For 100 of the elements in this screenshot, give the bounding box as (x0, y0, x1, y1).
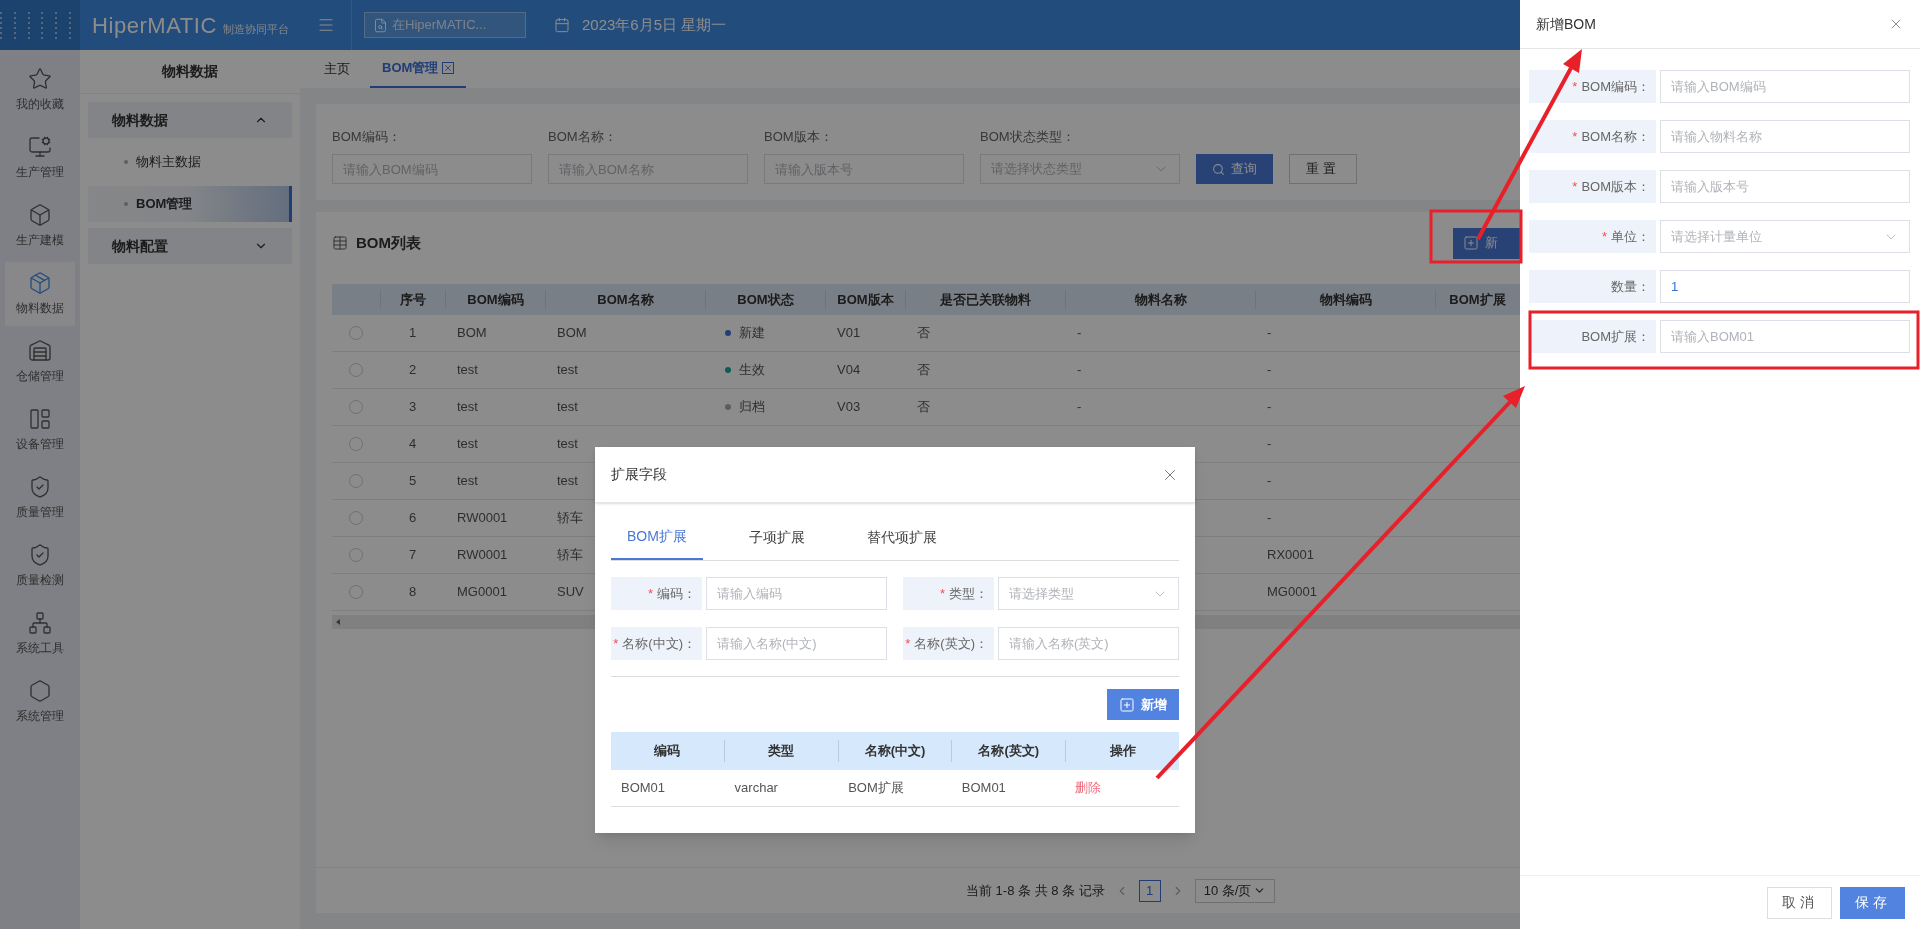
column-header: 编码 (653, 742, 682, 761)
table-icon (332, 235, 348, 251)
table-cell-text: BOM01 (961, 779, 1006, 798)
shield-check-icon (28, 475, 52, 499)
sidebar-group[interactable]: 物料配置 (88, 228, 292, 264)
dialog-tab[interactable]: BOM扩展 (611, 515, 703, 560)
table-cell-text: 7 (408, 546, 417, 565)
table-cell-text: 轿车 (557, 509, 583, 528)
sidebar-item[interactable]: BOM管理 (88, 186, 292, 222)
page-tab[interactable]: 主页 (312, 50, 362, 88)
table-cell-text: test (557, 361, 578, 380)
input-field[interactable]: 请输入名称(英文) (998, 627, 1179, 660)
rail-item[interactable]: 物料数据 (5, 262, 75, 326)
menu-icon[interactable] (316, 16, 335, 34)
table-cell-text: test (557, 398, 578, 417)
dialog-tab[interactable]: 子项扩展 (732, 515, 821, 560)
table-cell-text: 1 (408, 324, 417, 343)
hexagon-icon (28, 679, 52, 703)
table-cell-text: - (1267, 361, 1272, 380)
save-button[interactable]: 保存 (1840, 886, 1905, 919)
column-header: BOM状态 (705, 290, 825, 309)
input-field[interactable]: 1 (1660, 270, 1910, 303)
field-label: * 编码： (611, 577, 702, 610)
field-label: * 名称(英文)： (903, 627, 994, 660)
rail-item[interactable]: 质量管理 (5, 466, 75, 530)
table-cell-text: 轿车 (557, 546, 583, 565)
page-tab[interactable]: BOM管理 (370, 50, 467, 88)
input-field[interactable]: 请输入名称(中文) (706, 627, 887, 660)
dialog-tab[interactable]: 替代项扩展 (850, 515, 953, 560)
rail-item[interactable]: 质量检测 (5, 534, 75, 598)
table-cell-text: - (1267, 509, 1272, 528)
rail-item[interactable]: 生产管理 (5, 126, 75, 190)
reset-button[interactable]: 重置 (1289, 154, 1357, 184)
rail-item[interactable]: 设备管理 (5, 398, 75, 462)
input-field[interactable]: 请输入物料名称 (1660, 120, 1910, 153)
drawer-title: 新增BOM (1536, 14, 1596, 34)
page-number[interactable]: 1 (1138, 879, 1161, 902)
select-field[interactable]: 请选择计量单位 (1660, 220, 1910, 253)
filter-label: BOM名称： (548, 127, 618, 146)
pagination-summary: 当前 1-8 条 共 8 条 记录 (966, 881, 1105, 900)
rail-item[interactable]: 系统工具 (5, 602, 75, 666)
sidebar-group[interactable]: 物料数据 (88, 102, 292, 138)
brand-subtitle: 制造协同平台 (222, 21, 289, 37)
search-icon (1212, 162, 1225, 176)
table-cell-text: - (1267, 472, 1272, 491)
column-header: 物料编码 (1255, 290, 1435, 309)
add-button[interactable]: 新 (1453, 227, 1520, 259)
column-header: BOM编码 (445, 290, 545, 309)
table-cell-text: BOM (557, 324, 587, 343)
field-label: 数量： (1529, 270, 1656, 303)
select-field[interactable]: 请选择类型 (998, 577, 1179, 610)
table-cell-text: RW0001 (457, 546, 508, 565)
column-header: BOM扩展 (1435, 290, 1519, 309)
table-cell-text: 否 (917, 361, 930, 380)
table-cell-text: test (557, 472, 578, 491)
cube-icon (28, 203, 52, 227)
table-cell-text: - (1077, 398, 1082, 417)
column-header: 序号 (380, 290, 445, 309)
sidebar-item[interactable]: 物料主数据 (88, 144, 292, 180)
table-cell-text: V01 (837, 324, 861, 343)
field-label: * BOM编码： (1529, 70, 1656, 103)
input-field[interactable]: 请输入BOM编码 (1660, 70, 1910, 103)
table-cell-text: 6 (408, 509, 417, 528)
table-cell-text: test (457, 472, 478, 491)
table-cell-text: 8 (408, 583, 417, 602)
table-cell-text: V03 (837, 398, 861, 417)
cancel-button[interactable]: 取消 (1767, 886, 1832, 919)
search-button[interactable]: 查询 (1196, 154, 1273, 184)
rail-item[interactable]: 系统管理 (5, 670, 75, 734)
rail-item[interactable]: 生产建模 (5, 194, 75, 258)
column-header: 操作 (1065, 740, 1179, 762)
monitor-gear-icon (28, 135, 52, 159)
brand-name: HiperMATIC (92, 11, 217, 40)
input-field[interactable]: 请输入编码 (706, 577, 887, 610)
field-label: * 类型： (903, 577, 994, 610)
field-label: * 单位： (1529, 220, 1656, 253)
table-cell-text: - (1267, 398, 1272, 417)
add-button[interactable]: 新增 (1107, 689, 1179, 720)
column-header: 类型 (723, 740, 838, 762)
input-field[interactable]: 请输入版本号 (1660, 170, 1910, 203)
table-cell-text: - (1267, 324, 1272, 343)
table-cell-text: 否 (917, 324, 930, 343)
close-icon[interactable] (442, 62, 455, 74)
filter-label: BOM状态类型： (980, 127, 1076, 146)
filter-label: BOM编码： (332, 127, 402, 146)
input-field[interactable]: 请输入BOM01 (1660, 320, 1910, 353)
delete-link[interactable]: 删除 (1075, 778, 1102, 798)
warehouse-icon (28, 339, 52, 363)
column-header: BOM版本 (825, 290, 905, 309)
column-header: 是否已关联物料 (905, 290, 1065, 309)
table-cell-text: V04 (837, 361, 861, 380)
rail-item[interactable]: 我的收藏 (5, 58, 75, 122)
rail-item[interactable]: 仓储管理 (5, 330, 75, 394)
column-header: BOM名称 (545, 290, 705, 309)
page-size-select[interactable]: 10 条/页 (1194, 878, 1276, 903)
table-cell-text: RW0001 (457, 509, 508, 528)
table-cell-text: test (557, 435, 578, 454)
list-title: BOM列表 (356, 232, 421, 253)
calendar-icon (554, 17, 570, 33)
table-cell-text: MG0001 (1267, 583, 1317, 602)
